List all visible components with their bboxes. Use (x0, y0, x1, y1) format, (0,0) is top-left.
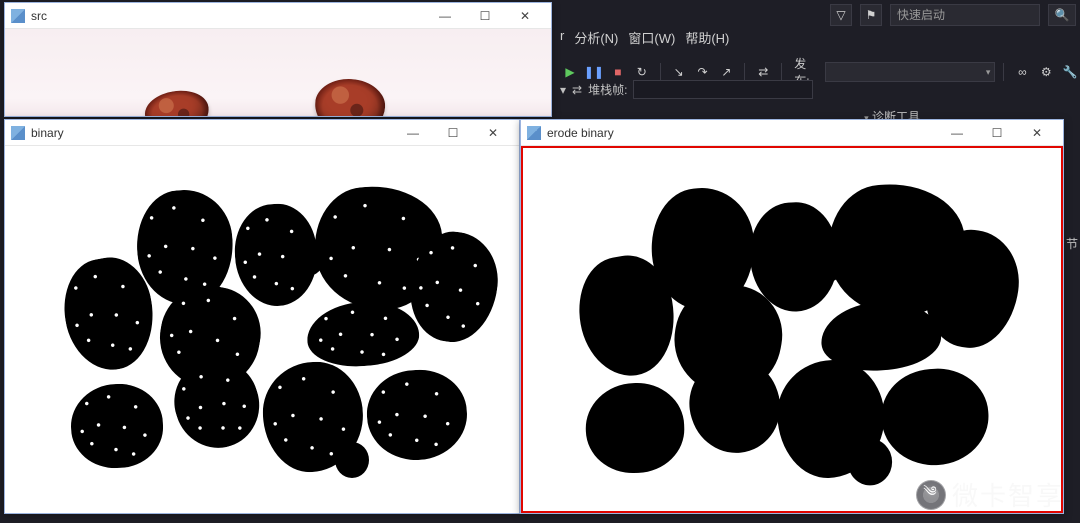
filter-icon[interactable]: ▽ (830, 4, 852, 26)
ide-stackframe-row: ▾ ⇄ 堆栈帧: (560, 80, 813, 99)
gear-icon[interactable]: ⚙ (1036, 62, 1056, 82)
blob (305, 298, 421, 370)
ide-menu-bar: r 分析(N) 窗口(W) 帮助(H) (560, 28, 729, 47)
quick-launch-input[interactable]: 快速启动 (890, 4, 1040, 26)
blob (335, 442, 369, 478)
blob (364, 367, 470, 464)
minimize-button[interactable]: — (937, 120, 977, 145)
maximize-button[interactable]: ☐ (465, 3, 505, 28)
chevron-down-icon: ▾ (986, 67, 991, 78)
titlebar[interactable]: src — ☐ ✕ (5, 3, 551, 29)
swap-icon[interactable]: ⇄ (572, 83, 582, 97)
side-panel-label[interactable]: 节 (1066, 235, 1078, 252)
menu-window[interactable]: 窗口(W) (628, 28, 675, 47)
app-icon (11, 9, 25, 23)
wechat-icon: ༄ (916, 480, 946, 510)
watermark-text: 微卡智享 (952, 476, 1064, 513)
publish-combo[interactable]: ▾ (825, 62, 995, 82)
blob (70, 382, 165, 469)
minimize-button[interactable]: — (425, 3, 465, 28)
search-icon[interactable]: 🔍 (1048, 4, 1076, 26)
close-button[interactable]: ✕ (1017, 120, 1057, 145)
titlebar[interactable]: binary — ☐ ✕ (5, 120, 519, 146)
app-icon (527, 126, 541, 140)
app-icon (11, 126, 25, 140)
window-erode-binary: erode binary — ☐ ✕ (520, 119, 1064, 514)
erode-image-view (521, 146, 1063, 513)
step-over-icon[interactable]: ↷ (693, 62, 713, 82)
link-icon[interactable]: ∞ (1012, 62, 1032, 82)
blob (878, 365, 991, 469)
src-image-view (5, 29, 551, 116)
separator (781, 63, 782, 81)
separator (1003, 63, 1004, 81)
step-out-icon[interactable]: ↗ (716, 62, 736, 82)
binary-image-view (5, 146, 519, 513)
blob (584, 381, 686, 474)
titlebar[interactable]: erode binary — ☐ ✕ (521, 120, 1063, 146)
chevron-down-icon[interactable]: ▾ (560, 83, 566, 97)
maximize-button[interactable]: ☐ (433, 120, 473, 145)
continue-icon[interactable]: ▶ (560, 62, 580, 82)
menu-analysis[interactable]: 分析(N) (574, 28, 618, 47)
menu-help[interactable]: 帮助(H) (685, 28, 729, 47)
close-button[interactable]: ✕ (473, 120, 513, 145)
blob (848, 439, 892, 486)
window-title: src (31, 9, 47, 23)
window-binary: binary — ☐ ✕ (4, 119, 520, 514)
maximize-button[interactable]: ☐ (977, 120, 1017, 145)
menu-truncated[interactable]: r (560, 28, 564, 47)
pause-icon[interactable]: ❚❚ (584, 62, 604, 82)
ide-top-right: ▽ ⚑ 快速启动 🔍 (830, 4, 1076, 26)
minimize-button[interactable]: — (393, 120, 433, 145)
separator (744, 63, 745, 81)
window-title: erode binary (547, 126, 614, 140)
flag-icon[interactable]: ⚑ (860, 4, 882, 26)
close-button[interactable]: ✕ (505, 3, 545, 28)
stop-icon[interactable]: ■ (608, 62, 628, 82)
swap-icon[interactable]: ⇄ (753, 62, 773, 82)
stackframe-combo[interactable] (633, 80, 813, 99)
window-src: src — ☐ ✕ (4, 2, 552, 117)
window-title: binary (31, 126, 64, 140)
separator (660, 63, 661, 81)
stackframe-label: 堆栈帧: (588, 81, 627, 98)
wrench-icon[interactable]: 🔧 (1060, 62, 1080, 82)
watermark: ༄ 微卡智享 (916, 476, 1064, 513)
restart-icon[interactable]: ↻ (632, 62, 652, 82)
step-into-icon[interactable]: ↘ (669, 62, 689, 82)
